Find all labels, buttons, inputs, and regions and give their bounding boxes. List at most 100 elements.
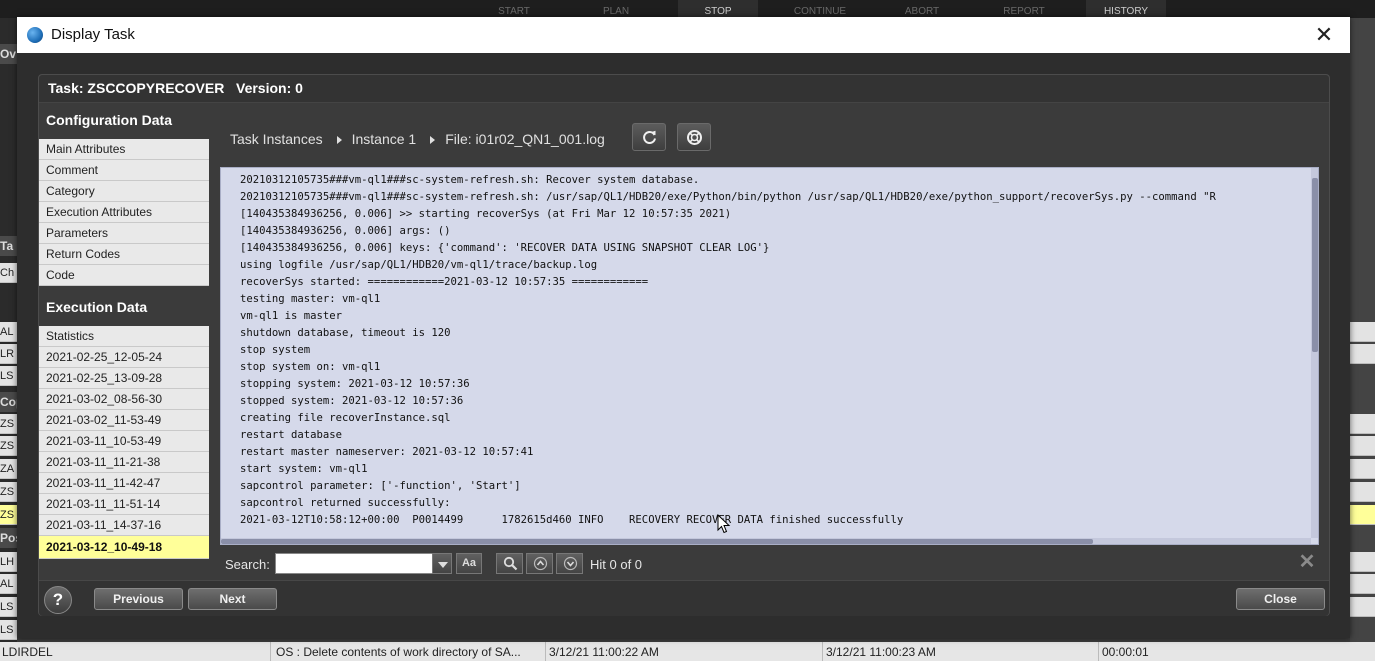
- bg-row[interactable]: [1350, 414, 1375, 434]
- log-line[interactable]: stop system: [221, 342, 1309, 359]
- log-line[interactable]: [140435384936256, 0.006] args: (): [221, 223, 1309, 240]
- close-search-icon[interactable]: ✕: [1298, 552, 1316, 572]
- bg-fragment[interactable]: LS: [0, 597, 17, 617]
- log-line[interactable]: using logfile /usr/sap/QL1/HDB20/vm-ql1/…: [221, 257, 1309, 274]
- bg-tab-start[interactable]: START: [474, 0, 554, 18]
- window-close-icon[interactable]: ✕: [1313, 24, 1335, 47]
- execution-list: Statistics 2021-02-25_12-05-24 2021-02-2…: [39, 326, 209, 559]
- next-button[interactable]: Next: [188, 588, 277, 610]
- bg-row[interactable]: [1350, 344, 1375, 364]
- bg-fragment[interactable]: ZS: [0, 414, 17, 434]
- bg-fragment[interactable]: ZS: [0, 505, 17, 525]
- log-line[interactable]: stop system on: vm-ql1: [221, 359, 1309, 376]
- bg-row[interactable]: [1350, 436, 1375, 456]
- match-case-button[interactable]: Aa: [456, 553, 482, 574]
- exec-item-run[interactable]: 2021-03-11_11-21-38: [39, 452, 209, 473]
- log-line[interactable]: 20210312105735###vm-ql1###sc-system-refr…: [221, 189, 1309, 206]
- exec-item-run[interactable]: 2021-03-11_14-37-16: [39, 515, 209, 536]
- log-line[interactable]: 20210312105735###vm-ql1###sc-system-refr…: [221, 172, 1309, 189]
- config-item-code[interactable]: Code: [39, 265, 209, 286]
- previous-button[interactable]: Previous: [94, 588, 183, 610]
- help-resource-button[interactable]: [677, 123, 711, 151]
- bg-tab-stop[interactable]: STOP: [678, 0, 758, 18]
- bg-row[interactable]: [1350, 482, 1375, 502]
- log-lines[interactable]: 20210312105735###vm-ql1###sc-system-refr…: [221, 172, 1309, 534]
- log-line[interactable]: stopped system: 2021-03-12 10:57:36: [221, 393, 1309, 410]
- search-input[interactable]: [275, 553, 433, 574]
- vertical-scrollbar[interactable]: [1311, 168, 1318, 538]
- log-line[interactable]: vm-ql1 is master: [221, 308, 1309, 325]
- search-button[interactable]: [496, 553, 523, 574]
- close-button[interactable]: Close: [1236, 588, 1325, 610]
- log-line[interactable]: restart database: [221, 427, 1309, 444]
- bg-tab-history[interactable]: HISTORY: [1086, 0, 1166, 18]
- config-item-category[interactable]: Category: [39, 181, 209, 202]
- bg-fragment[interactable]: LR: [0, 344, 17, 364]
- next-hit-button[interactable]: [556, 553, 583, 574]
- horizontal-scroll-thumb[interactable]: [221, 539, 1093, 544]
- config-item-main-attributes[interactable]: Main Attributes: [39, 139, 209, 160]
- log-line[interactable]: testing master: vm-ql1: [221, 291, 1309, 308]
- exec-item-run[interactable]: 2021-03-11_11-51-14: [39, 494, 209, 515]
- bg-row[interactable]: [1350, 322, 1375, 342]
- mouse-cursor-icon: [717, 514, 731, 534]
- previous-hit-button[interactable]: [526, 553, 553, 574]
- bg-fragment[interactable]: LS: [0, 366, 17, 386]
- exec-item-run[interactable]: 2021-03-02_11-53-49: [39, 410, 209, 431]
- bg-row-description: OS : Delete contents of work directory o…: [276, 645, 521, 659]
- config-item-return-codes[interactable]: Return Codes: [39, 244, 209, 265]
- config-item-execution-attributes[interactable]: Execution Attributes: [39, 202, 209, 223]
- bg-fragment[interactable]: ZS: [0, 482, 17, 502]
- bg-row[interactable]: [1350, 597, 1375, 617]
- log-line[interactable]: [140435384936256, 0.006] >> starting rec…: [221, 206, 1309, 223]
- bg-tab-continue[interactable]: CONTINUE: [780, 0, 860, 18]
- exec-item-run[interactable]: 2021-03-11_11-42-47: [39, 473, 209, 494]
- background-bottom-row[interactable]: LDIRDEL OS : Delete contents of work dir…: [0, 642, 1375, 661]
- log-line[interactable]: sapcontrol parameter: ['-function', 'Sta…: [221, 478, 1309, 495]
- log-line[interactable]: sapcontrol returned successfully:: [221, 495, 1309, 512]
- exec-item-run[interactable]: 2021-02-25_13-09-28: [39, 368, 209, 389]
- horizontal-scrollbar[interactable]: [221, 538, 1311, 544]
- bg-fragment[interactable]: LS: [0, 620, 17, 640]
- bg-row[interactable]: [1350, 574, 1375, 594]
- dialog-title: Display Task: [51, 26, 135, 43]
- bg-fragment[interactable]: ZA: [0, 459, 17, 479]
- config-item-parameters[interactable]: Parameters: [39, 223, 209, 244]
- dialog-titlebar[interactable]: Display Task ✕: [17, 17, 1350, 53]
- bg-tab-plan[interactable]: PLAN: [576, 0, 656, 18]
- log-viewer[interactable]: 20210312105735###vm-ql1###sc-system-refr…: [220, 167, 1319, 545]
- arrow-up-icon: [533, 556, 548, 571]
- bg-tab-abort[interactable]: ABORT: [882, 0, 962, 18]
- bg-fragment[interactable]: AL: [0, 574, 17, 594]
- bg-tab-report[interactable]: REPORT: [984, 0, 1064, 18]
- log-line[interactable]: creating file recoverInstance.sql: [221, 410, 1309, 427]
- exec-item-run[interactable]: 2021-03-02_08-56-30: [39, 389, 209, 410]
- exec-item-run[interactable]: 2021-03-11_10-53-49: [39, 431, 209, 452]
- exec-item-statistics[interactable]: Statistics: [39, 326, 209, 347]
- vertical-scroll-thumb[interactable]: [1312, 178, 1318, 352]
- log-line[interactable]: 2021-03-12T10:58:12+00:00 P0014499 17826…: [221, 512, 1309, 529]
- bg-row[interactable]: [1350, 552, 1375, 572]
- refresh-button[interactable]: [632, 123, 666, 151]
- log-line[interactable]: [140435384936256, 0.006] keys: {'command…: [221, 240, 1309, 257]
- log-line[interactable]: restart master nameserver: 2021-03-12 10…: [221, 444, 1309, 461]
- bg-fragment[interactable]: LH: [0, 552, 17, 572]
- config-item-comment[interactable]: Comment: [39, 160, 209, 181]
- bg-row[interactable]: [1350, 459, 1375, 479]
- exec-item-run-selected[interactable]: 2021-03-12_10-49-18: [39, 536, 209, 559]
- help-button[interactable]: ?: [44, 586, 72, 614]
- background-toolbar: START PLAN STOP CONTINUE ABORT REPORT HI…: [0, 0, 1375, 18]
- log-line[interactable]: recoverSys started: ============2021-03-…: [221, 274, 1309, 291]
- bg-fragment[interactable]: Ch: [0, 263, 17, 283]
- exec-item-run[interactable]: 2021-02-25_12-05-24: [39, 347, 209, 368]
- log-line[interactable]: shutdown database, timeout is 120: [221, 325, 1309, 342]
- bg-fragment: Ov: [0, 44, 17, 64]
- log-line[interactable]: stopping system: 2021-03-12 10:57:36: [221, 376, 1309, 393]
- bg-fragment[interactable]: ZS: [0, 436, 17, 456]
- crumb-task-instances[interactable]: Task Instances: [230, 131, 323, 147]
- crumb-instance[interactable]: Instance 1: [352, 131, 417, 147]
- log-line[interactable]: start system: vm-ql1: [221, 461, 1309, 478]
- search-history-dropdown[interactable]: [432, 553, 452, 574]
- bg-row[interactable]: [1350, 505, 1375, 525]
- bg-fragment[interactable]: AL: [0, 322, 17, 342]
